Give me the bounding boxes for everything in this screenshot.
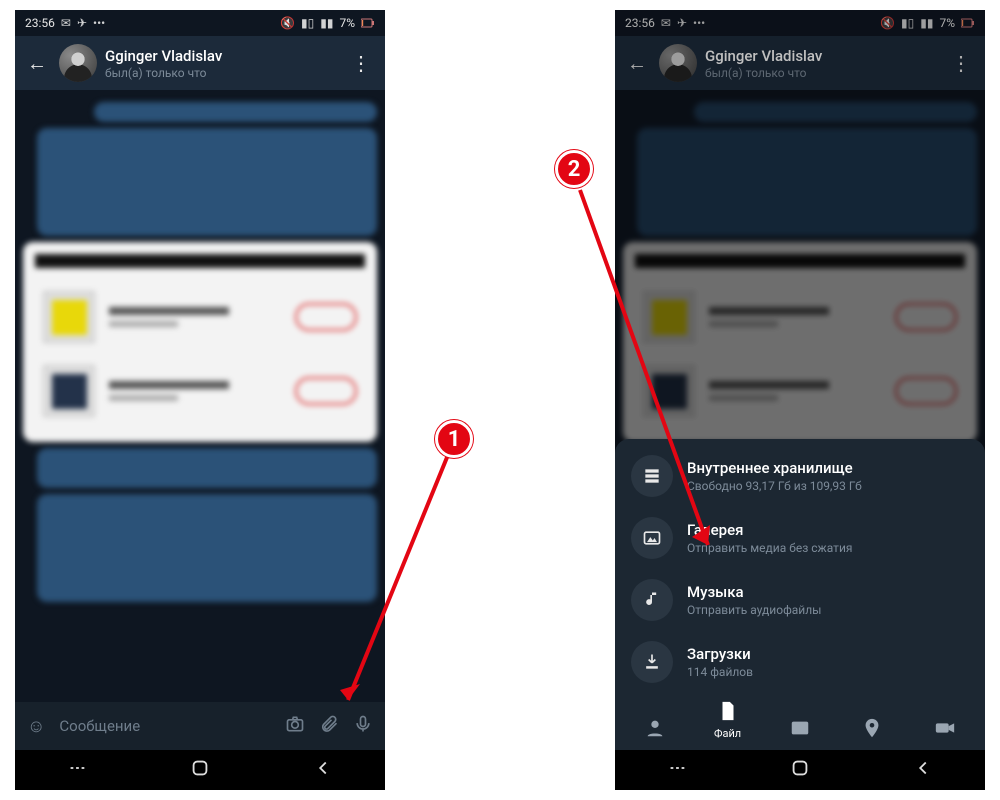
chat-header: ← Gginger Vladislav был(а) только что ⋮ — [615, 36, 985, 90]
status-time: 23:56 — [625, 16, 655, 30]
contact-name[interactable]: Gginger Vladislav — [105, 47, 337, 65]
message-input[interactable]: Сообщение — [59, 717, 271, 735]
tab-camera[interactable] — [915, 716, 975, 740]
back-nav-button[interactable] — [912, 757, 934, 783]
sheet-item-subtitle: 114 файлов — [687, 665, 753, 679]
annotation-callout-1: 1 — [435, 420, 473, 458]
sheet-item-subtitle: Отправить аудиофайлы — [687, 603, 821, 617]
telegram-icon: ✈ — [677, 16, 687, 30]
android-statusbar: 23:56 ✉ ✈ ••• 🔇 ▮▯ ▮▮ 7% — [15, 10, 385, 36]
last-seen: был(а) только что — [705, 66, 937, 80]
android-statusbar: 23:56 ✉ ✈ ••• 🔇 ▮▯ ▮▮ 7% — [615, 10, 985, 36]
avatar[interactable] — [659, 44, 697, 82]
music-icon — [631, 579, 673, 621]
tab-contact[interactable] — [625, 716, 685, 740]
signal2-icon: ▮▮ — [320, 16, 333, 30]
signal2-icon: ▮▮ — [920, 16, 933, 30]
battery-pct: 7% — [339, 16, 355, 30]
more-menu-button[interactable]: ⋮ — [945, 51, 977, 75]
tab-file[interactable]: Файл — [698, 699, 758, 740]
telegram-icon: ✈ — [77, 16, 87, 30]
sheet-item-title: Загрузки — [687, 645, 753, 663]
sheet-item-downloads[interactable]: Загрузки 114 файлов — [615, 631, 985, 693]
android-navbar — [15, 750, 385, 790]
sheet-item-title: Музыка — [687, 583, 821, 601]
mail-icon: ✉ — [661, 16, 671, 30]
status-time: 23:56 — [25, 16, 55, 30]
more-notif-icon: ••• — [93, 16, 105, 30]
recent-apps-button[interactable] — [666, 757, 688, 783]
home-button[interactable] — [189, 757, 211, 783]
mute-icon: 🔇 — [280, 16, 295, 30]
more-menu-button[interactable]: ⋮ — [345, 51, 377, 75]
battery-icon — [361, 18, 375, 28]
back-nav-button[interactable] — [312, 757, 334, 783]
message-bubble — [94, 102, 377, 122]
battery-icon — [961, 18, 975, 28]
back-button[interactable]: ← — [23, 51, 51, 76]
annotation-arrow-1 — [330, 440, 470, 720]
message-card — [23, 242, 377, 442]
tab-file-label: Файл — [714, 727, 741, 740]
sheet-item-music[interactable]: Музыка Отправить аудиофайлы — [615, 569, 985, 631]
back-button[interactable]: ← — [623, 51, 651, 76]
mute-icon: 🔇 — [880, 16, 895, 30]
signal-icon: ▮▯ — [301, 16, 314, 30]
message-bubble — [37, 128, 377, 236]
home-button[interactable] — [789, 757, 811, 783]
mail-icon: ✉ — [61, 16, 71, 30]
message-bubble — [37, 448, 377, 488]
annotation-arrow-2 — [570, 185, 740, 565]
annotation-callout-2: 2 — [555, 150, 593, 188]
chat-header: ← Gginger Vladislav был(а) только что ⋮ — [15, 36, 385, 90]
last-seen: был(а) только что — [105, 66, 337, 80]
recent-apps-button[interactable] — [66, 757, 88, 783]
tab-gallery[interactable] — [770, 716, 830, 740]
signal-icon: ▮▯ — [901, 16, 914, 30]
avatar[interactable] — [59, 44, 97, 82]
contact-name[interactable]: Gginger Vladislav — [705, 47, 937, 65]
downloads-icon — [631, 641, 673, 683]
camera-icon[interactable] — [285, 714, 305, 739]
message-bubble — [37, 494, 377, 602]
android-navbar — [615, 750, 985, 790]
battery-pct: 7% — [939, 16, 955, 30]
more-notif-icon: ••• — [693, 16, 705, 30]
tab-location[interactable] — [842, 716, 902, 740]
emoji-icon[interactable]: ☺ — [27, 716, 45, 737]
sheet-tabbar: Файл — [615, 693, 985, 750]
